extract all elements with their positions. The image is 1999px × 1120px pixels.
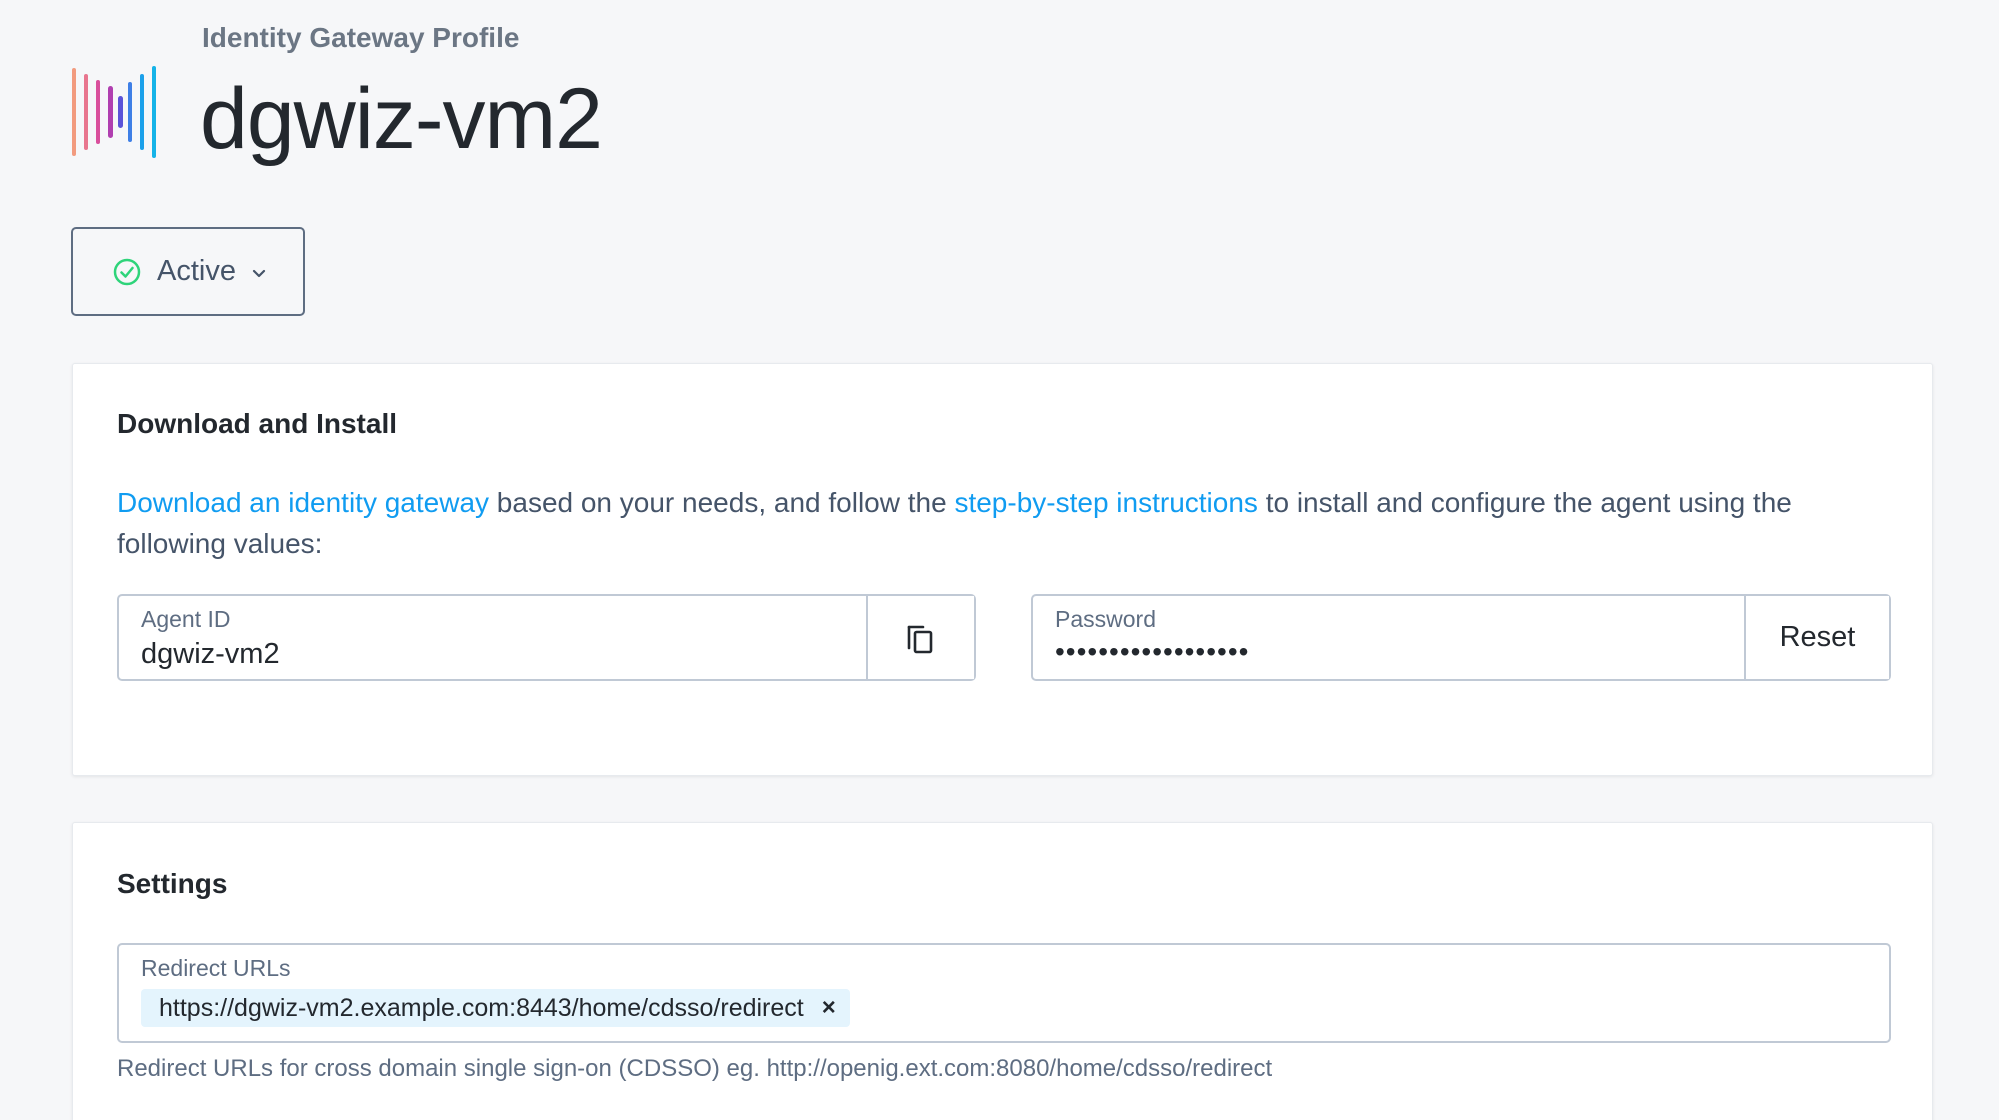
download-gateway-link[interactable]: Download an identity gateway xyxy=(117,487,489,518)
copy-icon xyxy=(907,625,933,653)
copy-agent-id-button[interactable] xyxy=(866,596,974,679)
reset-password-button[interactable]: Reset xyxy=(1744,596,1889,679)
status-label: Active xyxy=(157,255,236,287)
download-install-card: Download and Install Download an identit… xyxy=(72,363,1933,776)
agent-id-label: Agent ID xyxy=(141,606,231,632)
status-dropdown[interactable]: Active xyxy=(71,227,305,316)
redirect-url-chip: https://dgwiz-vm2.example.com:8443/home/… xyxy=(141,989,850,1027)
instructions-link[interactable]: step-by-step instructions xyxy=(954,487,1257,518)
password-field: Password •••••••••••••••••• Reset xyxy=(1031,594,1891,681)
password-label: Password xyxy=(1055,606,1156,632)
settings-title: Settings xyxy=(117,868,228,899)
agent-id-input[interactable]: Agent ID dgwiz-vm2 xyxy=(119,596,866,679)
description-text-1: based on your needs, and follow the xyxy=(489,487,955,518)
redirect-urls-label: Redirect URLs xyxy=(141,955,291,981)
settings-card: Settings Redirect URLs https://dgwiz-vm2… xyxy=(72,822,1933,1120)
redirect-url-chip-text: https://dgwiz-vm2.example.com:8443/home/… xyxy=(159,993,804,1022)
redirect-urls-field[interactable]: Redirect URLs https://dgwiz-vm2.example.… xyxy=(117,943,1891,1043)
page: Identity Gateway Profile dgwiz-vm2 Activ… xyxy=(0,0,1999,1120)
agent-id-field: Agent ID dgwiz-vm2 xyxy=(117,594,976,681)
password-input[interactable]: Password •••••••••••••••••• xyxy=(1033,596,1744,679)
agent-id-value: dgwiz-vm2 xyxy=(141,638,280,670)
download-install-title: Download and Install xyxy=(117,408,398,439)
password-value: •••••••••••••••••• xyxy=(1055,636,1250,667)
page-title: dgwiz-vm2 xyxy=(200,71,603,167)
page-subtitle: Identity Gateway Profile xyxy=(202,22,520,53)
chevron-down-icon xyxy=(252,269,266,277)
redirect-urls-help-text: Redirect URLs for cross domain single si… xyxy=(117,1055,1273,1082)
download-description: Download an identity gateway based on yo… xyxy=(117,482,1897,564)
forgerock-logo-icon xyxy=(72,66,156,158)
remove-chip-icon[interactable]: × xyxy=(822,996,836,1020)
check-circle-icon xyxy=(113,258,141,285)
